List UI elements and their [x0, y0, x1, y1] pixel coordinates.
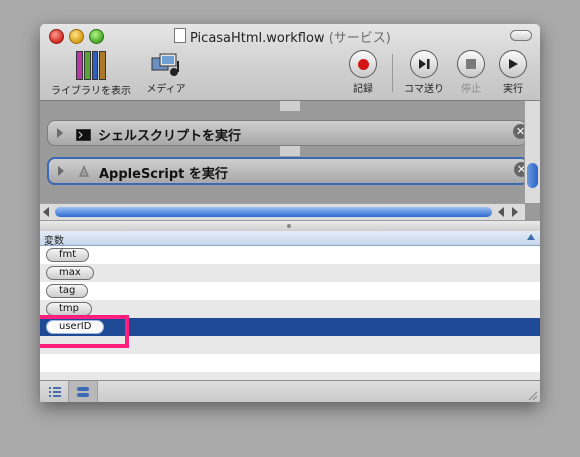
action-connector	[280, 146, 300, 156]
scroll-left-icon[interactable]	[498, 207, 504, 217]
variable-token[interactable]: fmt	[46, 248, 90, 262]
window-title: PicasaHtml.workflow (サービス)	[190, 27, 391, 46]
stop-icon	[466, 59, 476, 69]
empty-row	[40, 372, 540, 380]
variable-row[interactable]: tag	[40, 282, 540, 300]
minimize-button[interactable]	[69, 29, 84, 44]
play-icon	[509, 59, 518, 69]
step-label: コマ送り	[404, 84, 444, 95]
variable-token[interactable]: max	[46, 266, 94, 280]
variables-list: fmt max tag tmp userID	[40, 246, 540, 380]
list-view-icon	[49, 387, 61, 397]
record-label: 記録	[353, 84, 373, 95]
action-name: シェルスクリプトを実行	[98, 129, 242, 144]
token-view-icon	[77, 387, 89, 397]
zoom-button[interactable]	[89, 29, 104, 44]
sort-ascending-icon[interactable]	[527, 234, 535, 240]
titlebar: PicasaHtml.workflow (サービス) ライブラリを表示 メディア	[40, 24, 540, 101]
action-connector	[280, 101, 300, 111]
list-view-button[interactable]	[40, 381, 69, 402]
record-icon	[357, 58, 369, 70]
scroll-left-icon[interactable]	[43, 207, 49, 217]
toolbar-toggle-button[interactable]	[510, 30, 532, 41]
variable-row-selected[interactable]: userID	[40, 318, 540, 336]
run-button[interactable]: 実行	[494, 50, 532, 95]
scroll-right-icon[interactable]	[512, 207, 518, 217]
action-applescript[interactable]: AppleScript を実行 ✕	[47, 157, 529, 185]
close-button[interactable]	[49, 29, 64, 44]
scroll-thumb[interactable]	[55, 207, 492, 217]
document-icon	[174, 28, 186, 43]
variable-token[interactable]: tmp	[46, 302, 93, 316]
bottom-bar	[40, 380, 540, 402]
library-icon	[76, 50, 106, 80]
workflow-vertical-scrollbar[interactable]	[524, 101, 540, 203]
applescript-icon	[77, 164, 92, 177]
record-button[interactable]: 記録	[344, 50, 382, 95]
variables-header-label: 変数	[44, 236, 64, 247]
workflow-pane: シェルスクリプトを実行 ✕ AppleScript を実行 ✕	[40, 101, 540, 220]
toolbar-separator	[392, 54, 393, 92]
step-icon	[419, 59, 430, 69]
empty-row	[40, 354, 540, 372]
variable-token[interactable]: tag	[46, 284, 89, 298]
step-button[interactable]: コマ送り	[400, 50, 448, 95]
token-view-button[interactable]	[69, 381, 98, 402]
terminal-icon	[75, 126, 92, 142]
variable-row[interactable]: tmp	[40, 300, 540, 318]
resize-grip-icon[interactable]	[526, 389, 538, 401]
workflow-window: PicasaHtml.workflow (サービス) ライブラリを表示 メディア	[40, 24, 540, 402]
show-library-label: ライブラリを表示	[51, 86, 131, 97]
empty-row	[40, 336, 540, 354]
show-library-button[interactable]: ライブラリを表示	[46, 50, 136, 97]
variables-header[interactable]: 変数	[40, 231, 540, 247]
media-label: メディア	[146, 84, 186, 95]
variable-row[interactable]: max	[40, 264, 540, 282]
window-title-text: PicasaHtml.workflow	[190, 31, 325, 46]
media-icon	[150, 52, 182, 78]
scroll-thumb[interactable]	[527, 163, 538, 188]
disclosure-triangle-icon[interactable]	[58, 166, 64, 176]
variable-row[interactable]: fmt	[40, 246, 540, 264]
run-label: 実行	[503, 84, 523, 95]
disclosure-triangle-icon[interactable]	[57, 128, 63, 138]
media-button[interactable]: メディア	[140, 50, 192, 95]
splitter-handle-icon[interactable]	[287, 224, 291, 228]
stop-button[interactable]: 停止	[452, 50, 490, 95]
workflow-horizontal-scrollbar[interactable]	[40, 203, 525, 220]
window-subtitle: (サービス)	[328, 31, 391, 46]
variable-token[interactable]: userID	[46, 320, 105, 334]
action-name: AppleScript を実行	[99, 167, 228, 182]
stop-label: 停止	[461, 84, 481, 95]
action-shell-script[interactable]: シェルスクリプトを実行 ✕	[47, 120, 528, 146]
